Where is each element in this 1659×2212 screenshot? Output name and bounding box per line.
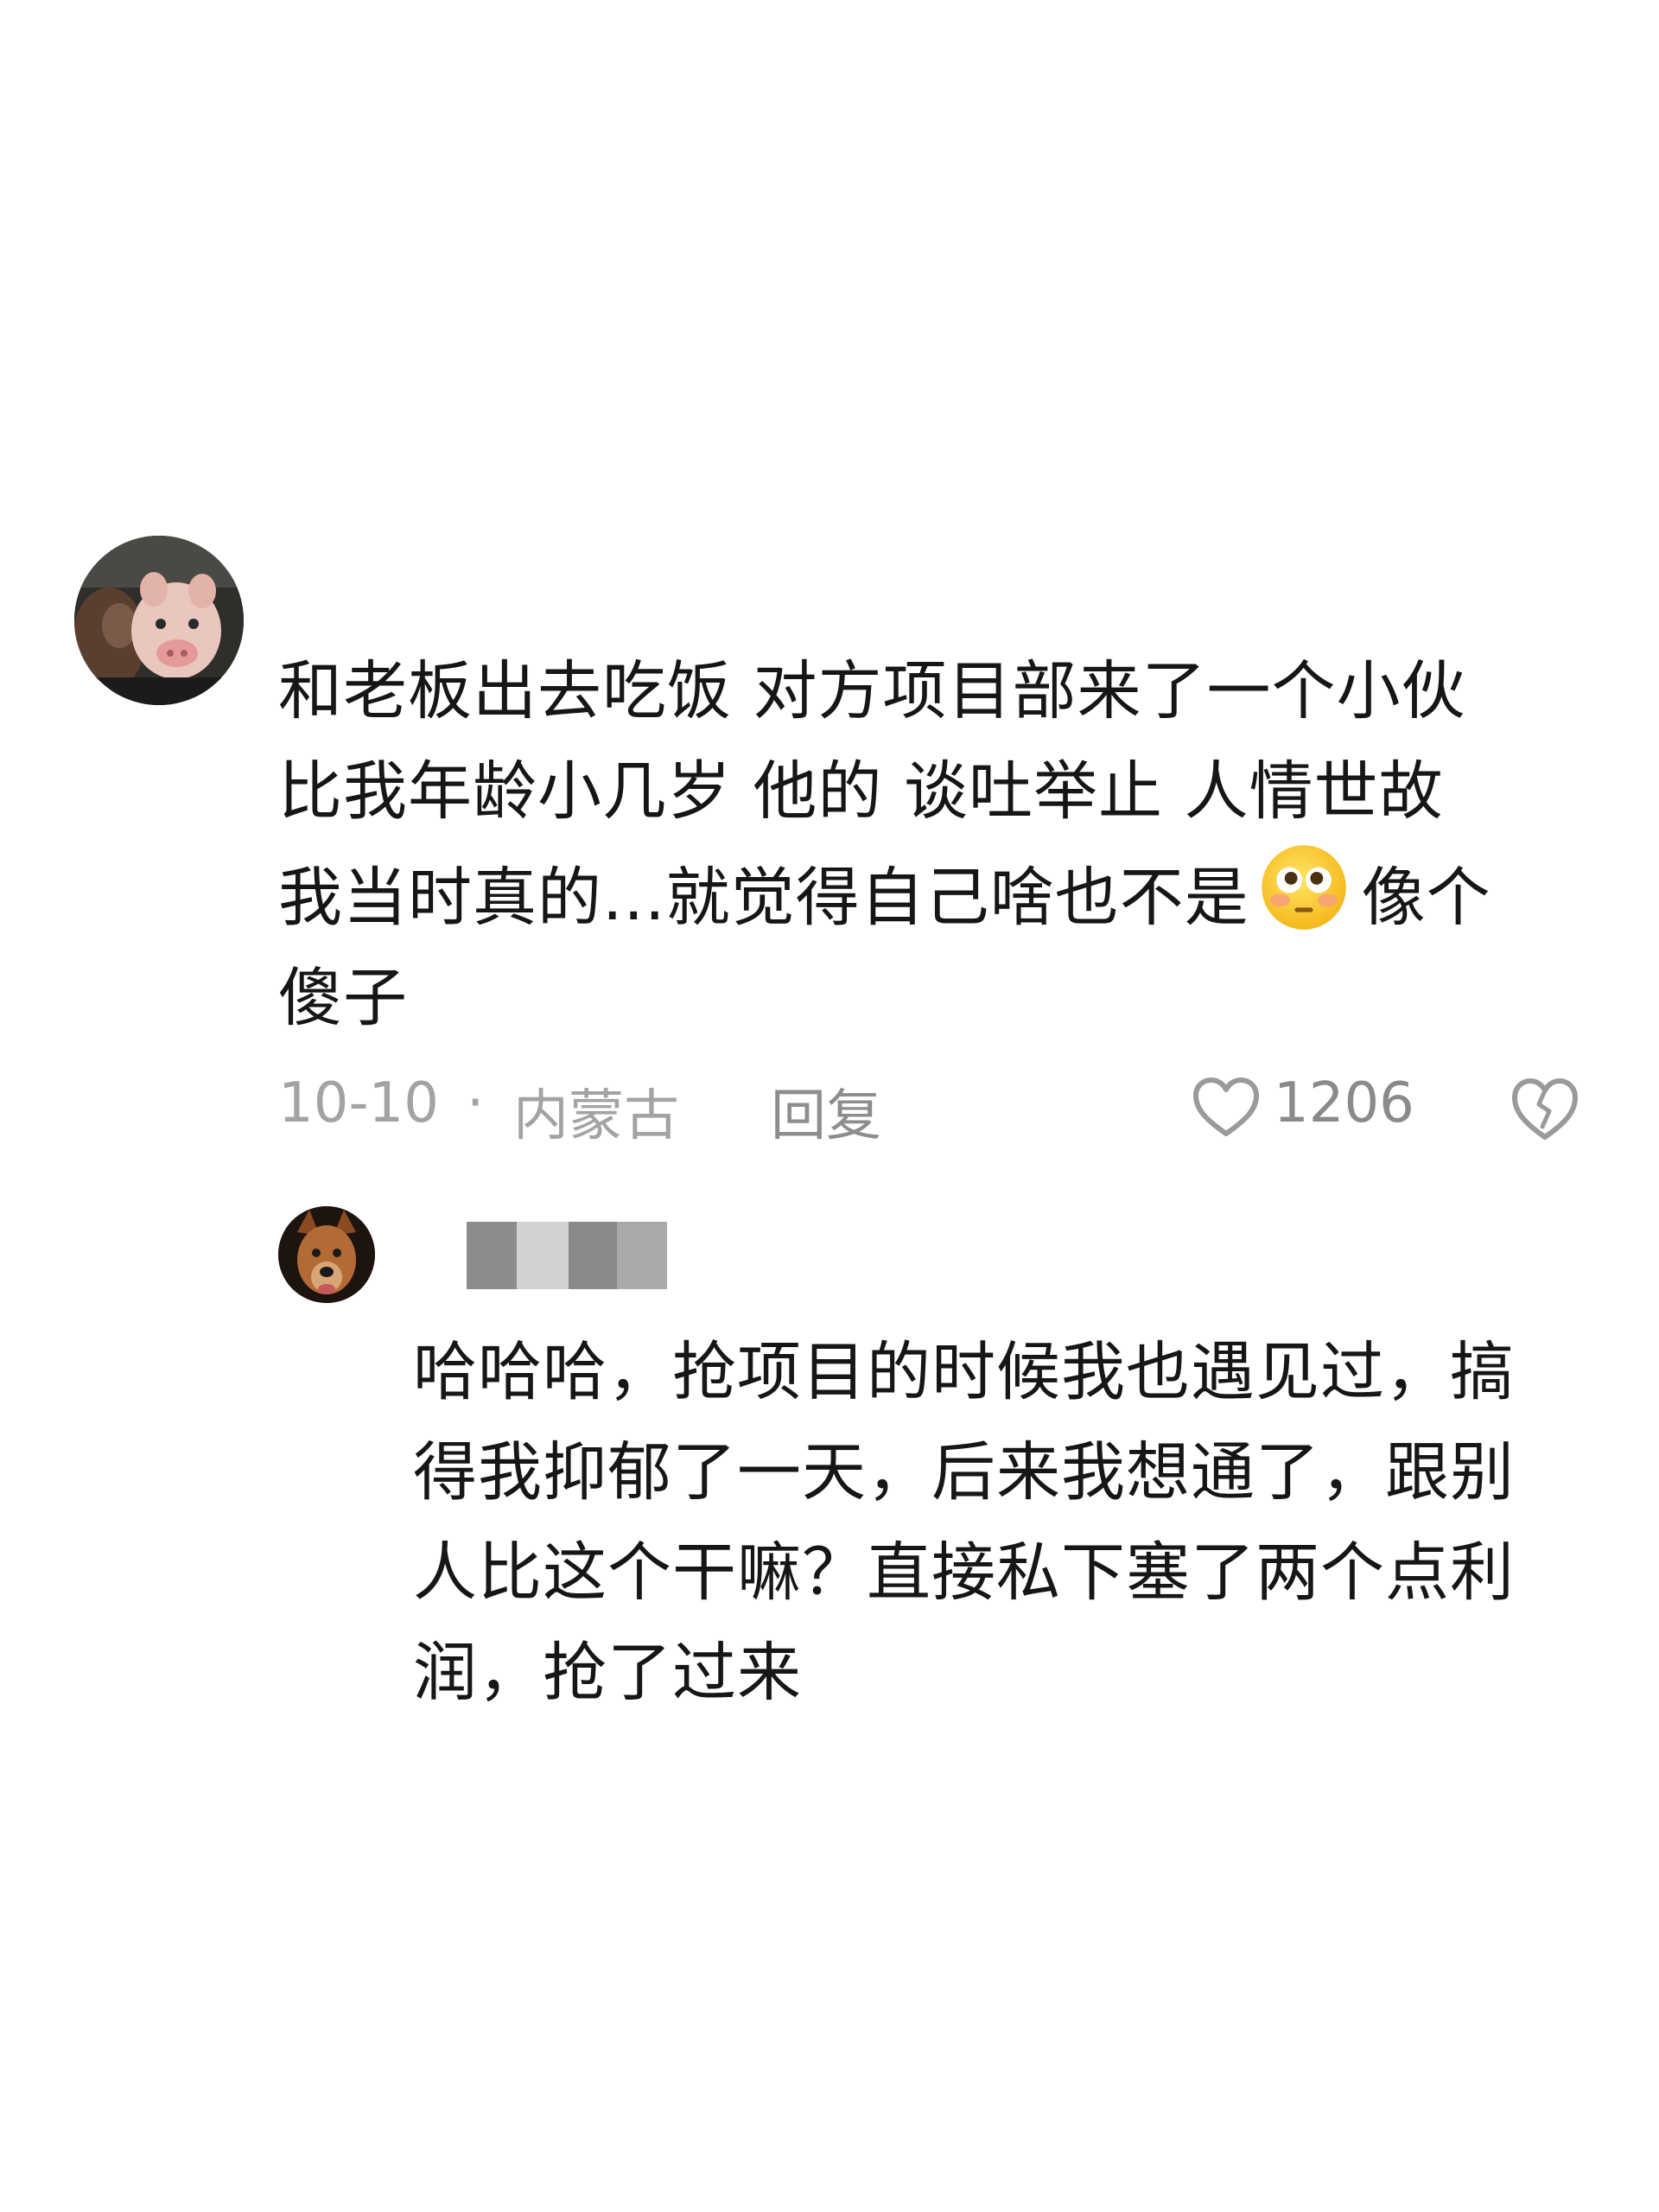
- flushed-face-emoji-icon: [1261, 845, 1346, 930]
- like-count: 1206: [1274, 1071, 1414, 1135]
- comment-date: 10-10: [278, 1071, 439, 1135]
- reply-line: 哈哈哈，抢项目的时候我也遇见过，搞: [413, 1335, 1515, 1409]
- comment-line: 比我年龄小几岁 他的 谈吐举止 人情世故: [278, 754, 1444, 829]
- commenter-avatar[interactable]: [74, 536, 244, 705]
- broken-heart-icon[interactable]: [1510, 1077, 1580, 1141]
- reply-line: 得我抑郁了一天，后来我想通了，跟别: [413, 1435, 1515, 1510]
- censor-block: [569, 1222, 617, 1289]
- meta-separator: ·: [467, 1071, 485, 1135]
- comment-body: 和老板出去吃饭 对方项目部来了一个小伙 比我年龄小几岁 他的 谈吐举止 人情世故…: [278, 641, 1626, 1048]
- comment-location: 内蒙古: [513, 1084, 679, 1148]
- reply-line: 润，抢了过来: [413, 1636, 802, 1710]
- comment-meta: 10-10 · 内蒙古 回复 1206: [278, 1071, 1592, 1149]
- reply-button[interactable]: 回复: [771, 1071, 881, 1151]
- replier-avatar[interactable]: [278, 1206, 375, 1303]
- reply-body: 哈哈哈，抢项目的时候我也遇见过，搞 得我抑郁了一天，后来我想通了，跟别 人比这个…: [413, 1322, 1623, 1723]
- censor-block: [617, 1222, 667, 1289]
- dog-avatar-image: [278, 1206, 375, 1303]
- censor-block: [467, 1222, 517, 1289]
- comment-line-part: 像个: [1361, 861, 1491, 935]
- censored-username: [467, 1222, 667, 1289]
- comment-line: 傻子: [278, 961, 408, 1035]
- comment-line: 和老板出去吃饭 对方项目部来了一个小伙: [278, 654, 1466, 728]
- pig-avatar-image: [74, 536, 244, 705]
- comment-line: 我当时真的...就觉得自己啥也不是 像个: [278, 842, 1626, 948]
- reply-line: 人比这个干嘛？直接私下塞了两个点利: [413, 1535, 1515, 1610]
- censor-block: [517, 1222, 569, 1289]
- heart-outline-icon: [1193, 1077, 1259, 1136]
- comment-line-part: 我当时真的...就觉得自己啥也不是: [278, 861, 1249, 935]
